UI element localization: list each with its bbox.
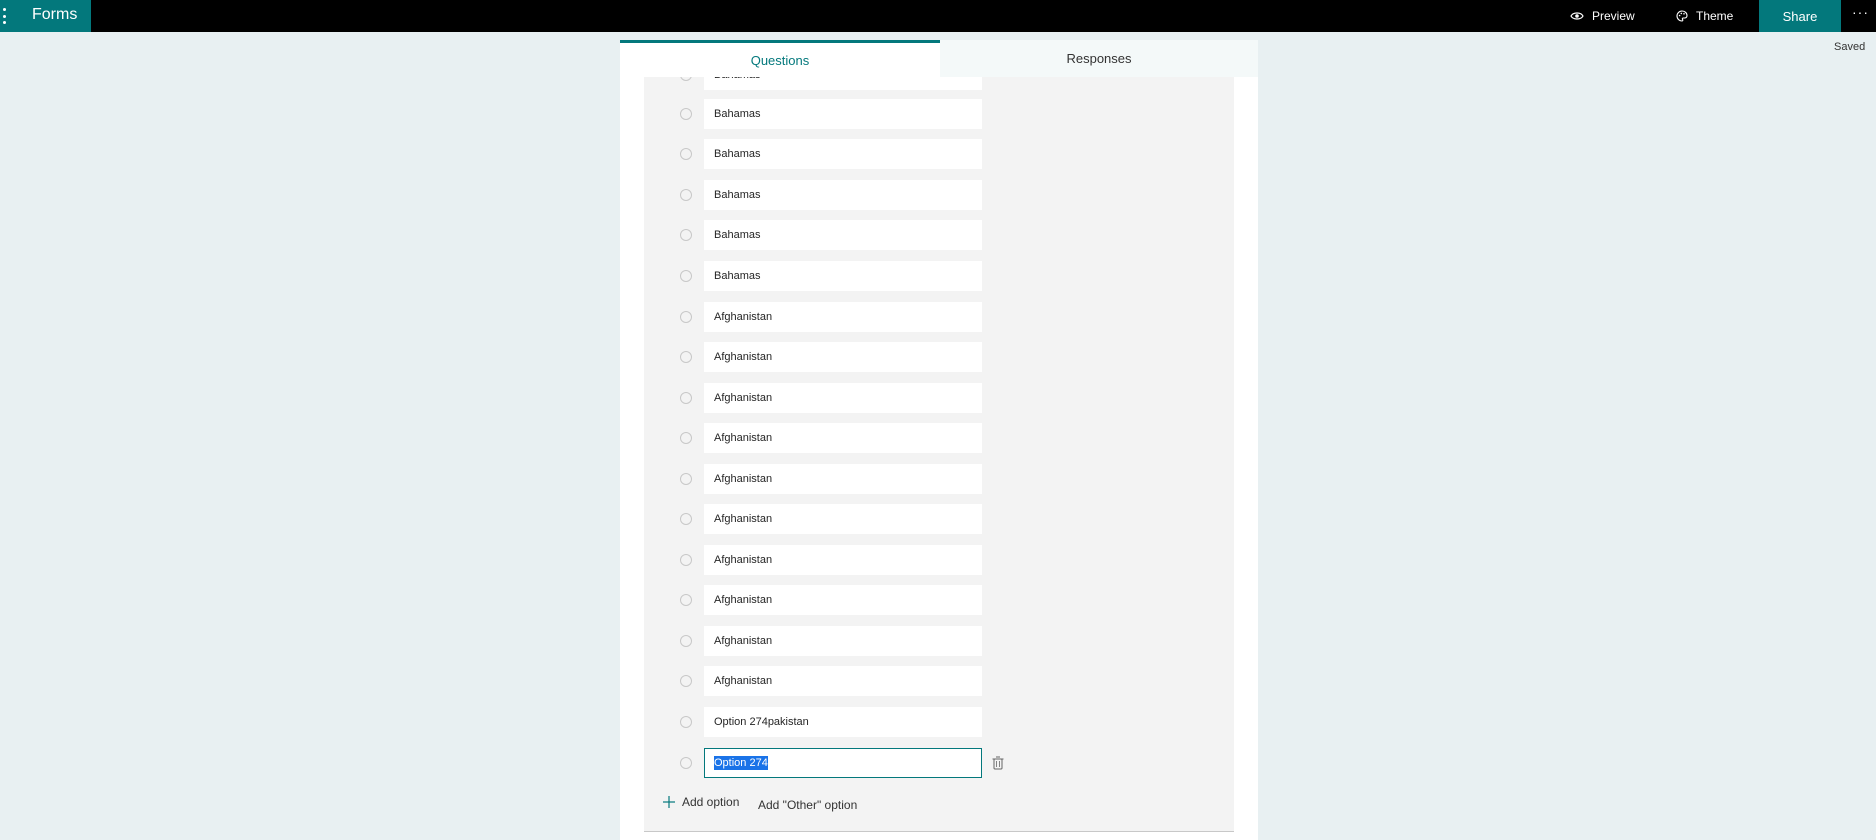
preview-label: Preview <box>1592 9 1635 23</box>
option-row: Bahamas <box>644 220 1234 250</box>
choice-question-editor: Bahamas Bahamas Bahamas Bahamas Bahamas … <box>644 77 1234 831</box>
option-row: Bahamas <box>644 77 1234 90</box>
option-row: Afghanistan <box>644 626 1234 656</box>
tab-questions[interactable]: Questions <box>620 40 940 77</box>
app-brand[interactable]: Forms <box>0 0 91 32</box>
option-input[interactable]: Afghanistan <box>704 464 982 494</box>
option-radio <box>680 189 692 201</box>
palette-icon <box>1676 10 1688 22</box>
tab-responses[interactable]: Responses <box>940 40 1258 77</box>
option-radio <box>680 270 692 282</box>
option-input[interactable]: Afghanistan <box>704 423 982 453</box>
option-input[interactable]: Afghanistan <box>704 666 982 696</box>
option-row: Afghanistan <box>644 666 1234 696</box>
option-input[interactable]: Afghanistan <box>704 504 982 534</box>
theme-label: Theme <box>1696 9 1734 23</box>
option-input[interactable]: Bahamas <box>704 139 982 169</box>
option-row-active: Option 274 <box>644 748 1234 778</box>
option-row: Afghanistan <box>644 302 1234 332</box>
add-option-button[interactable]: Add option <box>662 795 739 809</box>
option-radio <box>680 351 692 363</box>
more-options-icon[interactable]: ··· <box>1852 4 1869 20</box>
question-divider <box>644 831 1234 832</box>
option-radio <box>680 108 692 120</box>
app-launcher-icon[interactable] <box>2 8 6 24</box>
option-row: Bahamas <box>644 99 1234 129</box>
option-input[interactable]: Bahamas <box>704 220 982 250</box>
option-row: Afghanistan <box>644 423 1234 453</box>
option-row: Afghanistan <box>644 383 1234 413</box>
option-input[interactable]: Bahamas <box>704 261 982 291</box>
saved-status: Saved <box>1834 41 1866 53</box>
option-radio <box>680 513 692 525</box>
option-row: Afghanistan <box>644 464 1234 494</box>
add-other-option-button[interactable]: Add "Other" option <box>758 798 857 812</box>
preview-button[interactable]: Preview <box>1570 0 1635 32</box>
top-bar: Forms Preview Theme Share ··· <box>0 0 1876 32</box>
option-radio <box>680 554 692 566</box>
option-radio <box>680 635 692 647</box>
trash-icon[interactable] <box>992 756 1004 770</box>
option-input[interactable]: Bahamas <box>704 99 982 129</box>
option-input[interactable]: Afghanistan <box>704 626 982 656</box>
option-input[interactable]: Bahamas <box>704 77 982 90</box>
option-radio <box>680 757 692 769</box>
option-radio <box>680 675 692 687</box>
option-row: Afghanistan <box>644 585 1234 615</box>
option-input-active[interactable]: Option 274 <box>704 748 982 778</box>
option-radio <box>680 473 692 485</box>
option-radio <box>680 148 692 160</box>
option-input[interactable]: Afghanistan <box>704 545 982 575</box>
option-input[interactable]: Bahamas <box>704 180 982 210</box>
theme-button[interactable]: Theme <box>1676 0 1733 32</box>
eye-icon <box>1570 12 1584 20</box>
selected-option-text: Option 274 <box>714 756 768 770</box>
option-input[interactable]: Afghanistan <box>704 302 982 332</box>
option-radio <box>680 311 692 323</box>
option-row: Afghanistan <box>644 342 1234 372</box>
option-row: Bahamas <box>644 180 1234 210</box>
option-row: Afghanistan <box>644 504 1234 534</box>
option-input[interactable]: Afghanistan <box>704 585 982 615</box>
option-radio <box>680 432 692 444</box>
option-radio <box>680 229 692 241</box>
option-input[interactable]: Afghanistan <box>704 383 982 413</box>
option-row: Afghanistan <box>644 545 1234 575</box>
option-input[interactable]: Option 274pakistan <box>704 707 982 737</box>
option-radio <box>680 716 692 728</box>
plus-icon <box>663 796 675 808</box>
option-row: Option 274pakistan <box>644 707 1234 737</box>
option-radio <box>680 77 692 81</box>
share-button[interactable]: Share <box>1759 0 1841 32</box>
form-tabs: Questions Responses <box>620 40 1258 77</box>
app-name: Forms <box>32 6 78 23</box>
add-option-label: Add option <box>682 795 740 809</box>
form-card: Bahamas Bahamas Bahamas Bahamas Bahamas … <box>620 77 1258 840</box>
option-row: Bahamas <box>644 139 1234 169</box>
option-row: Bahamas <box>644 261 1234 291</box>
option-input[interactable]: Afghanistan <box>704 342 982 372</box>
option-radio <box>680 594 692 606</box>
option-radio <box>680 392 692 404</box>
